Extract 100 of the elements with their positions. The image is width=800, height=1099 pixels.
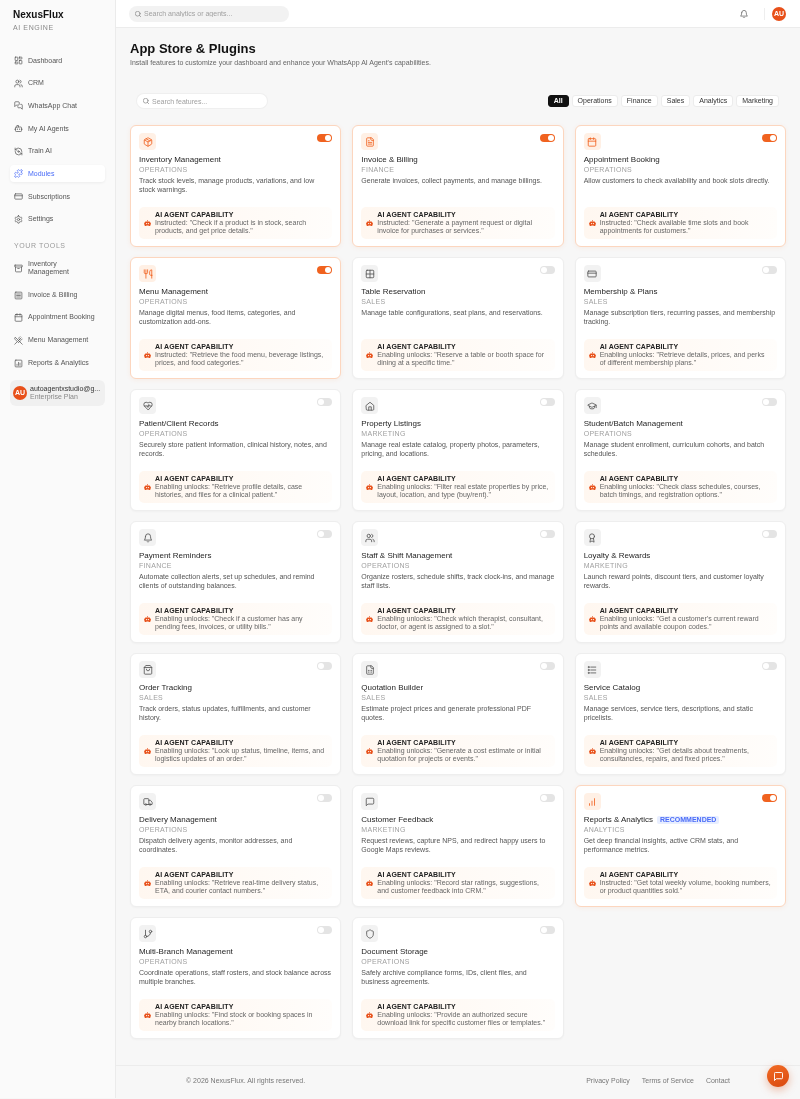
module-title: Student/Batch Management [583, 419, 683, 429]
bell-icon [139, 529, 156, 546]
users-icon [361, 529, 379, 546]
toggle-switch[interactable] [762, 662, 777, 670]
module-title: Delivery Management [139, 815, 217, 825]
module-title: Customer Feedback [361, 815, 434, 825]
chat-button[interactable] [767, 1065, 789, 1087]
crossed-utensils-icon [14, 335, 23, 345]
robot-icon [588, 483, 596, 491]
robot-icon [144, 747, 151, 755]
cycle-arrows-icon [14, 146, 23, 156]
robot-icon [588, 615, 596, 623]
house-icon [361, 397, 379, 414]
module-title: Reports & Analytics [583, 815, 654, 825]
toggle-switch[interactable] [762, 134, 777, 142]
grid-icon [361, 265, 379, 282]
chat-bubble-icon [773, 1071, 783, 1081]
robot-icon [14, 124, 23, 134]
users-icon [14, 78, 23, 88]
spreadsheet-icon [361, 661, 379, 678]
toggle-switch[interactable] [317, 134, 333, 142]
credit-card-icon [583, 265, 601, 282]
fork-knife-icon [139, 265, 156, 282]
robot-icon [366, 615, 374, 623]
robot-icon [588, 747, 596, 755]
module-title: Document Storage [361, 947, 429, 957]
module-title: Service Catalog [583, 683, 641, 693]
module-title: Quotation Builder [361, 683, 424, 693]
toggle-switch[interactable] [317, 530, 333, 538]
module-title: Patient/Client Records [139, 419, 219, 429]
module-title: Table Reservation [361, 287, 426, 297]
robot-icon [588, 219, 596, 227]
module-title: Inventory Management [139, 155, 221, 165]
bar-chart-icon [583, 793, 601, 810]
heart-pulse-icon [139, 397, 156, 414]
search-icon [143, 98, 149, 104]
toggle-switch[interactable] [539, 662, 555, 670]
robot-icon [144, 1011, 151, 1019]
gear-icon [14, 214, 23, 224]
puzzle-icon [14, 169, 23, 179]
shopping-bag-icon [139, 661, 156, 678]
search-icon [135, 10, 141, 17]
module-title: Menu Management [139, 287, 208, 297]
module-title: Loyalty & Rewards [583, 551, 651, 561]
toggle-switch[interactable] [762, 794, 777, 802]
toggle-switch[interactable] [317, 926, 333, 934]
robot-icon [366, 879, 374, 887]
toggle-switch[interactable] [539, 530, 555, 538]
module-title: Order Tracking [139, 683, 192, 693]
module-title: Appointment Booking [583, 155, 660, 165]
toggle-switch[interactable] [762, 530, 777, 538]
chat-bubbles-icon [14, 101, 23, 111]
toggle-switch[interactable] [539, 266, 555, 274]
shield-icon [361, 925, 379, 942]
robot-icon [144, 483, 151, 491]
cube-icon [139, 133, 156, 150]
chart-icon [14, 358, 23, 368]
toggle-switch[interactable] [762, 398, 777, 406]
robot-icon [366, 219, 374, 227]
toggle-switch[interactable] [317, 266, 333, 274]
module-title: Staff & Shift Management [361, 551, 453, 561]
module-title: Invoice & Billing [361, 155, 418, 165]
page-title: App Store & Plugins [130, 42, 257, 56]
medal-icon [583, 529, 601, 546]
document-icon [361, 133, 379, 150]
robot-icon [588, 879, 596, 887]
toggle-switch[interactable] [317, 662, 333, 670]
toggle-switch[interactable] [762, 266, 777, 274]
toggle-switch[interactable] [539, 794, 555, 802]
truck-icon [139, 793, 156, 810]
toggle-switch[interactable] [539, 398, 555, 406]
robot-icon [366, 1011, 374, 1019]
bell-icon[interactable] [740, 9, 748, 18]
credit-card-icon [14, 192, 23, 202]
robot-icon [588, 351, 596, 359]
dashboard-icon [14, 56, 23, 65]
robot-icon [366, 483, 374, 491]
chat-bubble-icon [361, 793, 379, 810]
robot-icon [144, 615, 151, 623]
toggle-switch[interactable] [539, 134, 555, 142]
branch-icon [139, 925, 156, 942]
module-title: Property Listings [361, 419, 421, 429]
calendar-icon [14, 313, 23, 323]
document-lines-icon [14, 290, 23, 300]
module-title: Multi-Branch Management [139, 947, 233, 957]
robot-icon [366, 747, 374, 755]
toggle-switch[interactable] [317, 398, 333, 406]
list-icon [583, 661, 601, 678]
robot-icon [366, 351, 374, 359]
robot-icon [144, 351, 151, 359]
calendar-icon [583, 133, 601, 150]
toggle-switch[interactable] [317, 794, 333, 802]
module-title: Payment Reminders [139, 551, 212, 561]
brand-name: NexusFlux [12, 9, 65, 21]
toggle-switch[interactable] [539, 926, 555, 934]
graduation-cap-icon [583, 397, 601, 414]
archive-icon [14, 263, 23, 273]
robot-icon [144, 219, 151, 227]
module-title: Membership & Plans [583, 287, 658, 297]
robot-icon [144, 879, 151, 887]
